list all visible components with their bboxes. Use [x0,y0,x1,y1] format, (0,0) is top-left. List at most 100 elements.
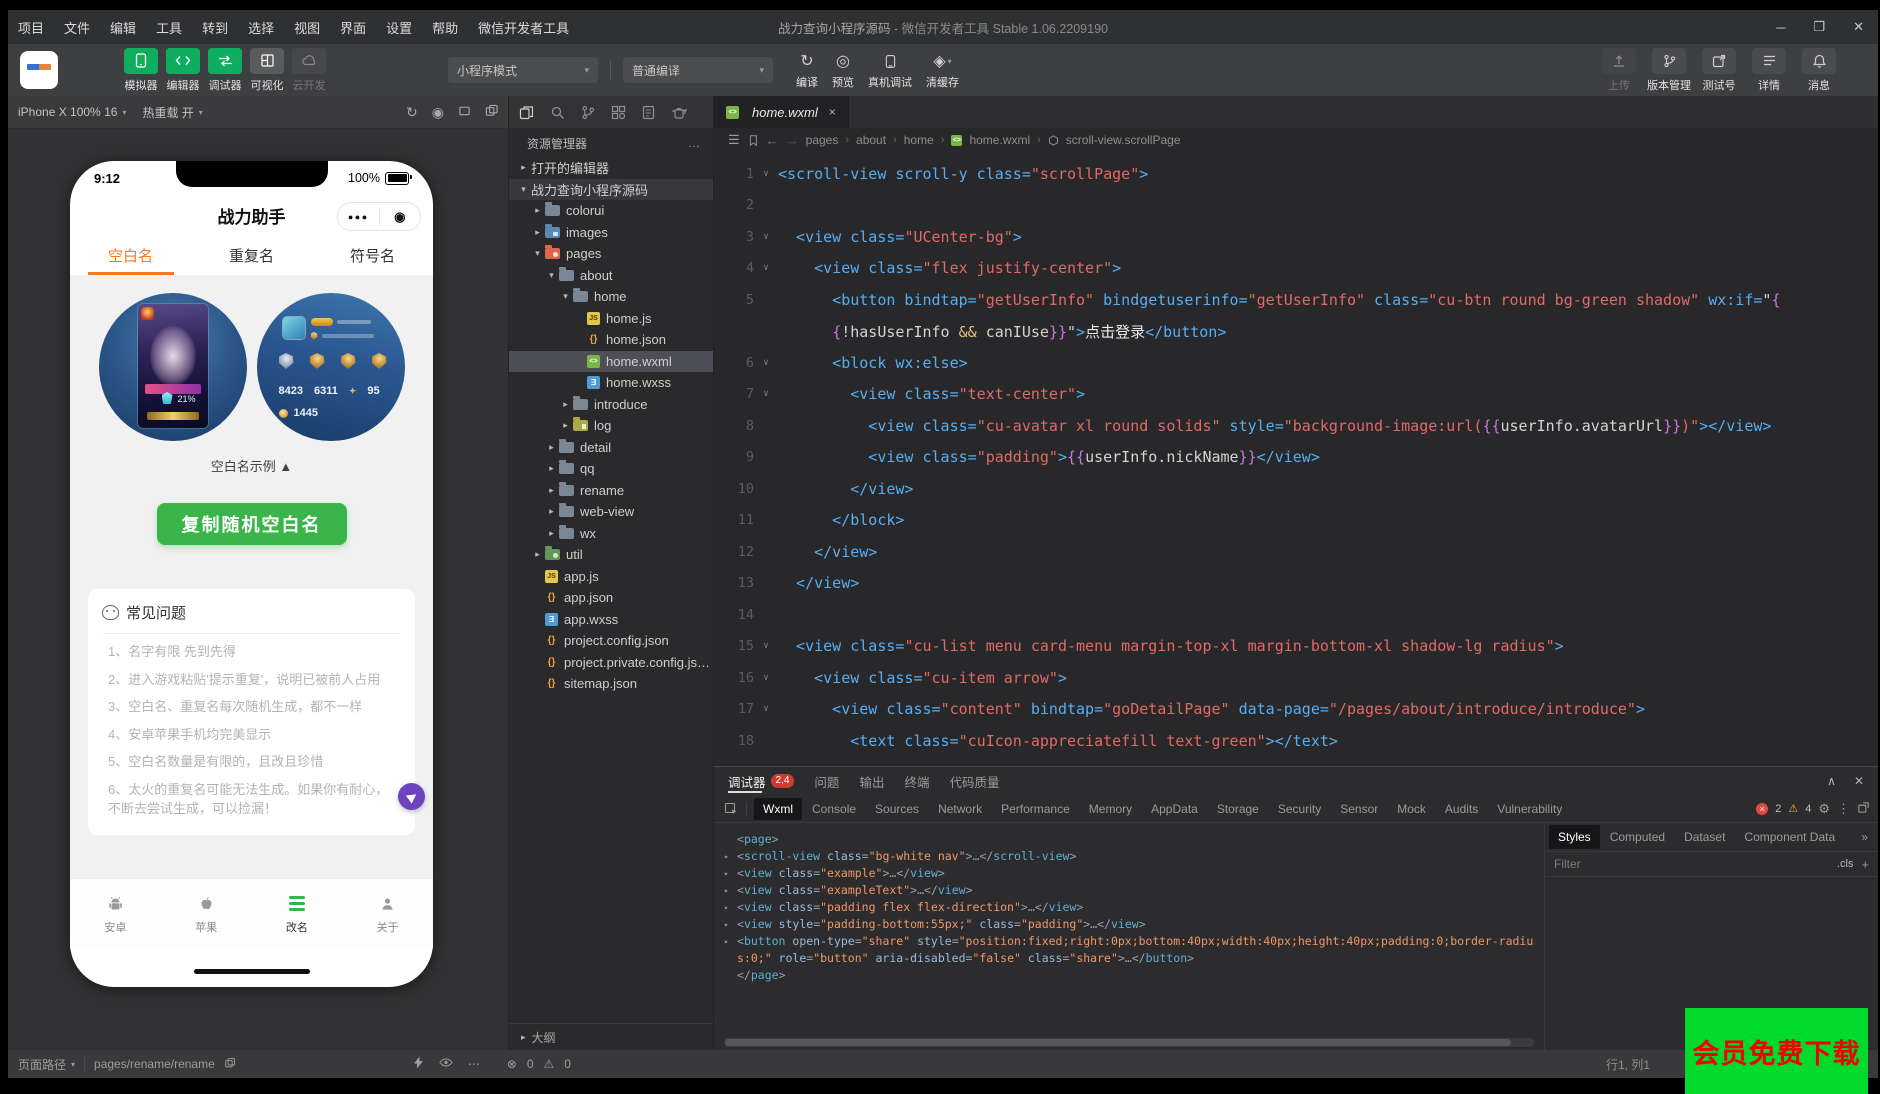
editor-tab-home-wxml[interactable]: <> home.wxml × [714,96,849,128]
devtools-tab-Wxml[interactable]: Wxml [754,797,802,820]
compile-mode-dropdown[interactable]: 普通编译 ▾ [623,57,773,83]
menu-item-11[interactable]: 微信开发者工具 [468,18,579,37]
share-float-button[interactable] [398,783,425,810]
style-tab-Component Data[interactable]: Component Data [1735,825,1844,849]
debugger-panel-tab-输出[interactable]: 输出 [859,767,884,795]
menu-item-3[interactable]: 编辑 [100,18,146,37]
tree-item-wx[interactable]: ▸ wx [509,523,713,545]
tree-item-home.wxml[interactable]: <> home.wxml [509,350,713,372]
inspect-element-icon[interactable] [722,801,747,816]
toolbar-button-visual[interactable]: 可视化 [246,47,288,93]
close-icon[interactable]: ✕ [1854,774,1864,788]
copy-path-icon[interactable] [224,1057,236,1072]
devtools-tab-Sources[interactable]: Sources [866,798,928,820]
toolbar-button-version[interactable]: 版本管理 [1647,47,1691,93]
devtools-tab-Sensor[interactable]: Sensor [1331,798,1387,820]
ellipsis-icon[interactable]: ⋯ [468,1057,480,1071]
add-style-icon[interactable]: + [1861,857,1869,872]
settings-gear-icon[interactable]: ⚙ [1818,801,1830,817]
style-tab-Computed[interactable]: Computed [1601,825,1674,849]
menu-icon[interactable]: ☰ [728,132,740,148]
devtools-tab-Storage[interactable]: Storage [1208,798,1268,820]
example-image-hero-card[interactable]: 21% [98,293,247,441]
back-icon[interactable]: ← [766,133,779,148]
toolbar-button-details[interactable]: 详情 [1748,47,1790,93]
tree-item-home.json[interactable]: {} home.json [509,329,713,351]
popout-icon[interactable] [1857,801,1870,817]
debugger-panel-tab-代码质量[interactable]: 代码质量 [949,767,999,795]
kebab-menu-icon[interactable]: ⋮ [1837,801,1850,817]
toolbar-action-remote-debug[interactable]: 真机调试 [868,50,912,90]
maximize-icon[interactable]: ❒ [1813,19,1825,35]
menu-item-9[interactable]: 设置 [376,18,422,37]
explorer-icon[interactable] [519,105,534,120]
menu-item-5[interactable]: 转到 [192,18,238,37]
tree-item-home.wxss[interactable]: Ǝhome.wxss [509,372,713,394]
crumb[interactable]: about [856,133,886,147]
tree-item-colorui[interactable]: ▸ colorui [509,200,713,222]
phone-tabbar-苹果[interactable]: 苹果 [161,879,252,949]
problem-counts[interactable]: ⊗ 0 ⚠ 0 [507,1057,571,1071]
cloud-tools-icon[interactable] [671,105,687,119]
page-path[interactable]: pages/rename/rename [94,1057,215,1071]
hot-reload-toggle[interactable]: 热重载 开 ▾ [142,104,202,121]
search-icon[interactable] [550,105,565,120]
tree-item-log[interactable]: ▸ log [509,415,713,437]
style-tab-Dataset[interactable]: Dataset [1675,825,1734,849]
tree-item-project.private.config.js…[interactable]: {} project.private.config.js… [509,652,713,674]
style-tab-Styles[interactable]: Styles [1549,825,1600,849]
menu-item-1[interactable]: 项目 [8,18,54,37]
devtools-tab-Audits[interactable]: Audits [1436,798,1487,820]
devtools-tab-Security[interactable]: Security [1269,798,1330,820]
mode-dropdown[interactable]: 小程序模式 ▾ [448,57,598,83]
forward-icon[interactable]: → [786,133,799,148]
toolbar-action-preview[interactable]: ◎ 预览 [832,50,854,90]
tree-item-rename[interactable]: ▸ rename [509,480,713,502]
device-selector[interactable]: iPhone X 100% 16 ▾ [18,105,126,119]
menu-item-2[interactable]: 文件 [54,18,100,37]
menu-item-7[interactable]: 视图 [284,18,330,37]
more-icon[interactable]: ●●● [338,212,379,222]
toolbar-button-simulator[interactable]: 模拟器 [120,47,162,93]
close-icon[interactable]: ✕ [1853,19,1864,35]
tree-item-sitemap.json[interactable]: {} sitemap.json [509,673,713,695]
stop-icon[interactable]: ◉ [432,104,444,121]
wxml-node[interactable]: ▸ <button open-type="share" style="positi… [724,933,1534,967]
toolbar-button-test-account[interactable]: 测试号 [1698,47,1740,93]
phone-tab-空白名[interactable]: 空白名 [70,235,191,275]
tree-item-app.json[interactable]: {} app.json [509,587,713,609]
devtools-tab-Memory[interactable]: Memory [1080,798,1141,820]
tree-item-images[interactable]: ▸ images [509,222,713,244]
crumb[interactable]: home [904,133,934,147]
exit-icon[interactable]: ◉ [380,209,421,225]
menu-item-6[interactable]: 选择 [238,18,284,37]
tree-item-pages[interactable]: ▾ pages [509,243,713,265]
tree-item-打开的编辑器[interactable]: ▸ 打开的编辑器 [509,157,713,179]
tree-item-project.config.json[interactable]: {} project.config.json [509,630,713,652]
phone-tabbar-关于[interactable]: 关于 [342,879,433,949]
example-caption[interactable]: 空白名示例 ▲ [70,456,433,475]
vip-download-banner[interactable]: 会员免费下载 [1685,1008,1868,1094]
float-window-icon[interactable] [485,104,498,120]
crumb[interactable]: pages [806,133,839,147]
source-control-icon[interactable] [581,105,595,120]
outline-section[interactable]: ▸ 大纲 [509,1023,713,1050]
wxml-node[interactable]: ▸ <view class="exampleText">…</view> [724,882,1534,899]
toolbar-button-debugger[interactable]: 调试器 [204,47,246,93]
wxml-node[interactable]: ▸ <scroll-view class="bg-white nav">…</sc… [724,848,1534,865]
toolbar-button-message[interactable]: 消息 [1798,47,1840,93]
tree-item-introduce[interactable]: ▸ introduce [509,394,713,416]
code-editor[interactable]: 1 ∨ <scroll-view scroll-y class="scrollPag… [714,152,1878,766]
devtools-tab-Performance[interactable]: Performance [992,798,1079,820]
wxml-node[interactable]: <page> [724,831,1534,848]
tree-item-home.js[interactable]: JS home.js [509,308,713,330]
wxml-node[interactable]: </page> [724,967,1534,984]
wxml-node[interactable]: ▸ <view style="padding-bottom:55px;" clas… [724,916,1534,933]
minimize-icon[interactable]: ─ [1776,20,1785,35]
tree-item-app.wxss[interactable]: Ǝapp.wxss [509,609,713,631]
cls-toggle[interactable]: .cls [1837,858,1854,870]
page-path-dropdown[interactable]: 页面路径 ▾ [18,1056,75,1073]
phone-tab-重复名[interactable]: 重复名 [191,235,312,275]
crumb[interactable]: home.wxml [969,133,1030,147]
tree-item-util[interactable]: ▸ util [509,544,713,566]
